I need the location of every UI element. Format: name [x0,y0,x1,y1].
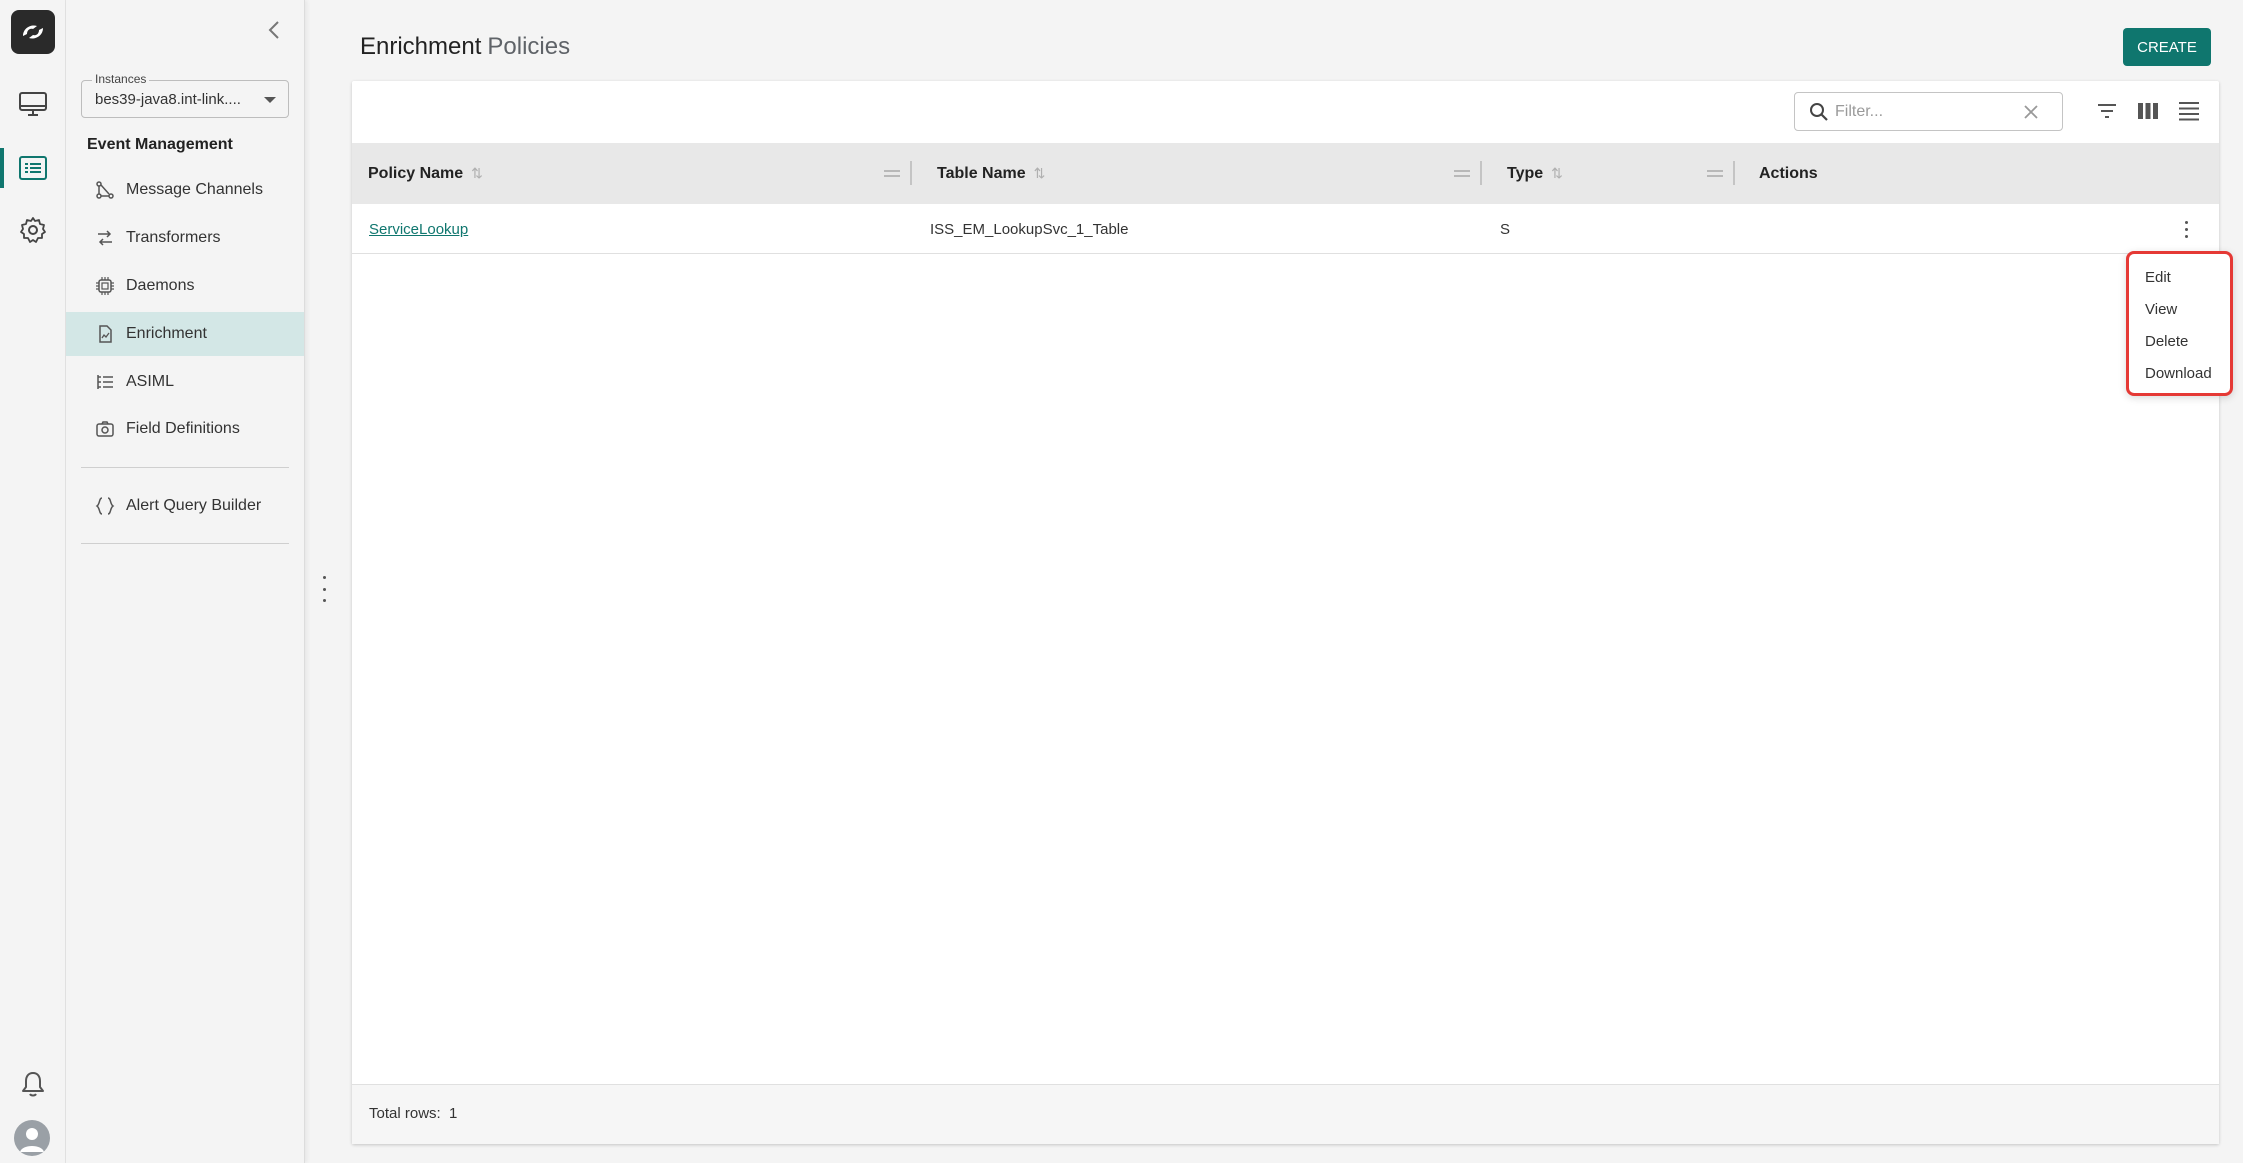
desktop-icon [19,92,47,116]
policies-table-card: Policy Name ⇅ Table Name ⇅ Type ⇅ Action… [352,81,2219,1144]
column-menu-icon[interactable] [1707,165,1723,181]
column-header-actions: Actions [1759,143,1818,204]
logo-icon [23,25,43,39]
menu-item-edit[interactable]: Edit [2129,261,2230,293]
column-header-label: Type [1507,164,1544,182]
app-logo[interactable] [11,10,55,54]
table-footer: Total rows: 1 [352,1084,2219,1144]
close-icon[interactable] [2021,102,2041,127]
filter-input[interactable] [1835,101,2025,123]
tree-list-icon [95,372,115,392]
rail-dashboard[interactable] [0,80,66,128]
density-icon[interactable] [2177,99,2201,123]
page-title-sub: Policies [487,33,571,60]
column-header-table-name[interactable]: Table Name ⇅ [937,143,1045,204]
page-title: Enrichment Policies [360,33,570,61]
column-separator[interactable] [1480,161,1482,185]
braces-icon [95,496,115,516]
column-header-label: Policy Name [368,164,464,182]
sidebar-item-field-definitions[interactable]: Field Definitions [66,407,304,451]
column-separator[interactable] [1733,161,1735,185]
sidebar-item-enrichment[interactable]: Enrichment [66,312,304,356]
rail-event-management[interactable] [0,144,66,192]
menu-item-delete[interactable]: Delete [2129,325,2230,357]
caret-down-icon [264,97,276,103]
cell-type: S [1500,220,1511,238]
nav-rail [0,0,66,1163]
sidebar-item-alert-query-builder[interactable]: Alert Query Builder [66,484,304,528]
column-separator[interactable] [910,161,912,185]
avatar[interactable] [14,1120,50,1156]
sidebar: Instances bes39-java8.int-link.... Event… [66,0,305,1163]
sidebar-resize-handle[interactable] [318,576,330,602]
rail-notifications[interactable] [0,1060,66,1108]
flow-icon [95,180,115,200]
column-menu-icon[interactable] [884,165,900,181]
column-header-label: Table Name [937,164,1026,182]
table-row[interactable]: ServiceLookup ISS_EM_LookupSvc_1_Table S [352,204,2219,254]
policy-link[interactable]: ServiceLookup [369,221,468,238]
more-vertical-icon[interactable] [2174,217,2198,241]
total-rows: Total rows: 1 [369,1105,457,1122]
camera-icon [95,419,115,439]
columns-icon[interactable] [2136,99,2160,123]
total-rows-count: 1 [449,1105,458,1122]
sidebar-item-label: Transformers [126,229,221,246]
sort-icon[interactable]: ⇅ [1034,165,1046,182]
page-title-main: Enrichment [360,33,482,60]
column-header-label: Actions [1759,164,1818,182]
sidebar-item-asiml[interactable]: ASIML [66,360,304,404]
column-header-policy-name[interactable]: Policy Name ⇅ [368,143,483,204]
column-header-type[interactable]: Type ⇅ [1507,143,1563,204]
total-rows-label: Total rows: [369,1105,441,1122]
list-icon [19,156,47,180]
rail-settings[interactable] [0,206,66,254]
menu-item-download[interactable]: Download [2129,357,2230,389]
sort-icon[interactable]: ⇅ [471,165,483,182]
chevron-left-icon [268,21,279,39]
filter-field[interactable] [1794,92,2063,131]
section-title: Event Management [87,136,233,153]
cell-policy-name[interactable]: ServiceLookup [369,204,468,254]
cell-table-name: ISS_EM_LookupSvc_1_Table [930,220,1129,238]
sidebar-item-transformers[interactable]: Transformers [66,216,304,260]
sort-icon[interactable]: ⇅ [1551,165,1563,182]
document-icon [95,324,115,344]
sidebar-item-label: Enrichment [126,325,207,342]
sidebar-divider [81,467,289,468]
instances-select[interactable]: Instances bes39-java8.int-link.... [81,72,289,118]
transform-icon [95,228,115,248]
bell-icon [22,1072,44,1097]
row-actions-menu: Edit View Delete Download [2126,251,2233,396]
table-header: Policy Name ⇅ Table Name ⇅ Type ⇅ Action… [352,143,2219,204]
instances-value: bes39-java8.int-link.... [95,91,241,108]
sidebar-item-label: Field Definitions [126,420,240,437]
create-button[interactable]: CREATE [2123,28,2211,66]
sidebar-item-label: Alert Query Builder [126,497,262,514]
instances-label: Instances [92,72,150,86]
menu-item-view[interactable]: View [2129,293,2230,325]
chip-icon [95,276,115,296]
sidebar-divider [81,543,289,544]
filter-icon[interactable] [2095,99,2119,123]
search-icon [1809,102,1829,127]
gear-icon [20,217,46,243]
sidebar-item-label: ASIML [126,373,175,390]
sidebar-item-label: Message Channels [126,181,263,198]
sidebar-item-label: Daemons [126,277,195,294]
collapse-sidebar-button[interactable] [262,18,286,42]
sidebar-item-message-channels[interactable]: Message Channels [66,168,304,212]
sidebar-item-daemons[interactable]: Daemons [66,264,304,308]
column-menu-icon[interactable] [1454,165,1470,181]
table-toolbar [352,81,2219,143]
user-icon [20,1128,44,1152]
